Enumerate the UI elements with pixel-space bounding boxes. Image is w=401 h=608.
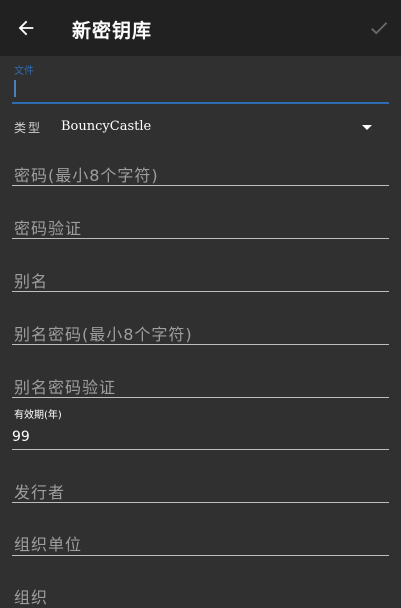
alias-underline bbox=[12, 291, 389, 292]
alias-password-field[interactable]: 别名密码(最小8个字符) bbox=[12, 309, 389, 349]
alias-password-confirm-underline bbox=[12, 397, 389, 398]
password-confirm-placeholder: 密码验证 bbox=[14, 219, 83, 238]
dropdown-arrow-icon[interactable] bbox=[358, 121, 376, 133]
alias-field[interactable]: 别名 bbox=[12, 256, 389, 296]
type-selector[interactable]: 类型 BouncyCastle bbox=[12, 115, 389, 139]
org-unit-field[interactable]: 组织单位 bbox=[12, 520, 389, 560]
org-unit-placeholder: 组织单位 bbox=[14, 535, 83, 554]
validity-label: 有效期(年) bbox=[14, 410, 62, 421]
alias-password-confirm-placeholder: 别名密码验证 bbox=[14, 378, 117, 397]
issuer-placeholder: 发行者 bbox=[14, 483, 66, 502]
password-underline bbox=[12, 185, 389, 186]
page-title: 新密钥库 bbox=[72, 20, 153, 42]
validity-value: 99 bbox=[12, 429, 30, 445]
issuer-underline bbox=[12, 502, 389, 503]
password-field[interactable]: 密码(最小8个字符) bbox=[12, 150, 389, 190]
alias-password-confirm-field[interactable]: 别名密码验证 bbox=[12, 362, 389, 402]
type-value: BouncyCastle bbox=[61, 119, 152, 134]
issuer-field[interactable]: 发行者 bbox=[12, 468, 389, 508]
validity-underline bbox=[12, 449, 389, 450]
file-field[interactable]: 文件 bbox=[12, 60, 389, 106]
password-confirm-field[interactable]: 密码验证 bbox=[12, 203, 389, 243]
check-icon bbox=[371, 22, 388, 35]
app-bar: 新密钥库 bbox=[0, 0, 401, 56]
alias-password-placeholder: 别名密码(最小8个字符) bbox=[14, 325, 193, 344]
arrow-left-icon bbox=[18, 20, 34, 36]
file-label: 文件 bbox=[14, 66, 34, 77]
password-confirm-underline bbox=[12, 238, 389, 239]
password-placeholder: 密码(最小8个字符) bbox=[14, 166, 159, 185]
type-label: 类型 bbox=[14, 121, 43, 135]
validity-field[interactable]: 有效期(年) 99 bbox=[12, 404, 389, 454]
file-underline bbox=[12, 102, 389, 104]
org-field[interactable]: 组织 bbox=[12, 573, 389, 608]
confirm-button[interactable] bbox=[366, 14, 392, 42]
org-placeholder: 组织 bbox=[14, 588, 49, 607]
alias-placeholder: 别名 bbox=[14, 272, 49, 291]
alias-password-underline bbox=[12, 344, 389, 345]
text-cursor bbox=[14, 80, 16, 97]
org-unit-underline bbox=[12, 555, 389, 556]
back-button[interactable] bbox=[12, 14, 40, 42]
